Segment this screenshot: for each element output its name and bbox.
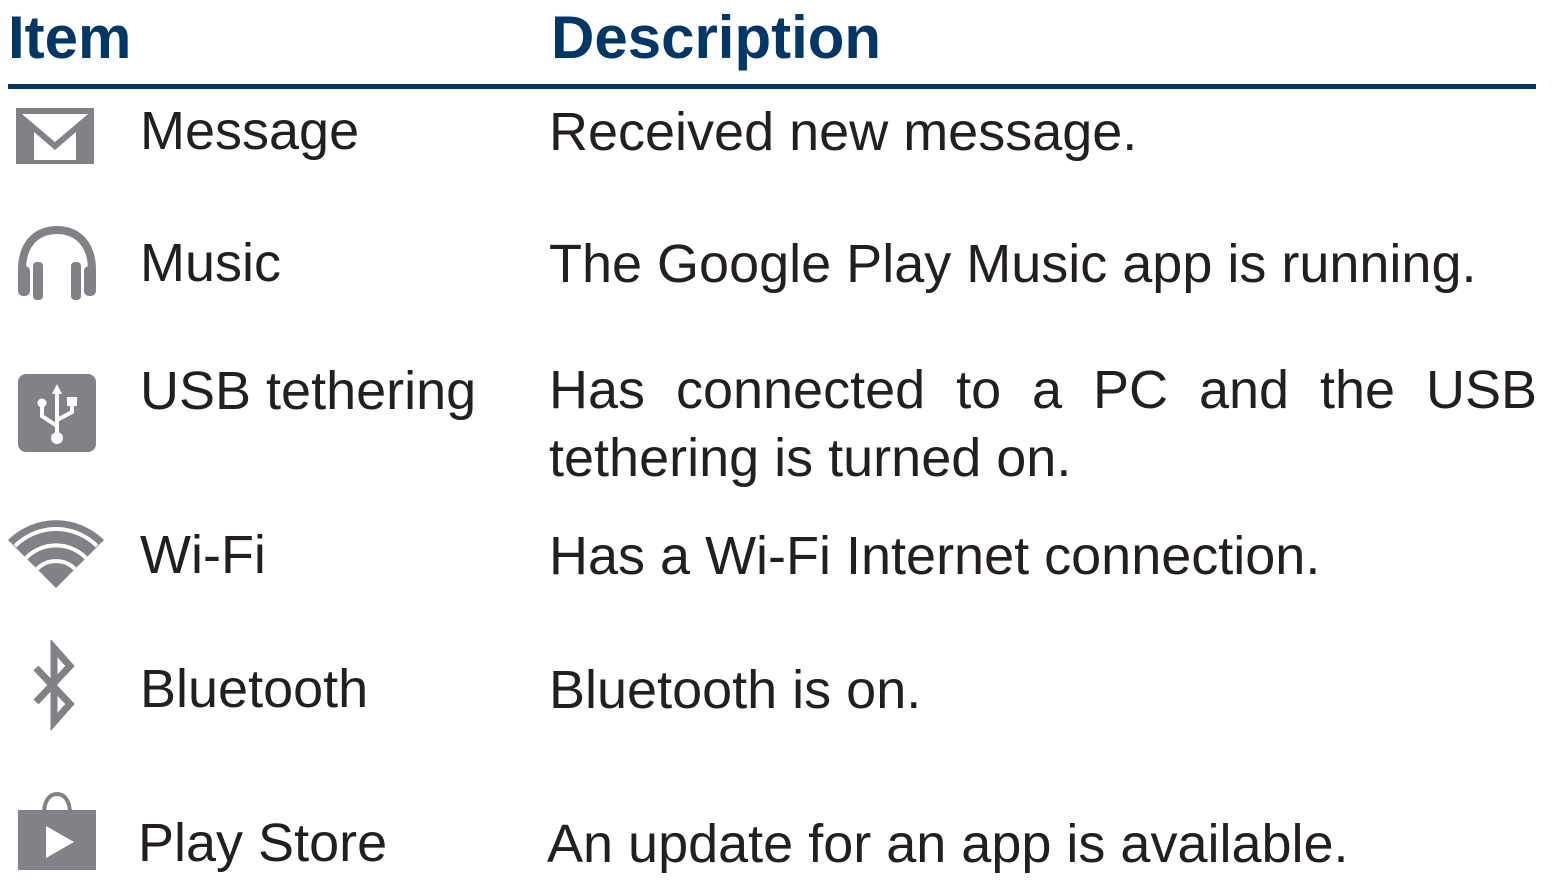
table-header: Item Description xyxy=(0,0,1552,90)
table-row: Play Store An update for an app is avail… xyxy=(0,780,1552,874)
item-label: Play Store xyxy=(138,813,388,873)
header-divider xyxy=(8,84,1536,89)
item-label: USB tethering xyxy=(140,361,477,421)
table-row: Music The Google Play Music app is runni… xyxy=(0,218,1552,328)
item-label: Wi-Fi xyxy=(140,525,266,585)
bluetooth-icon xyxy=(8,640,108,740)
headphones-icon xyxy=(8,222,108,322)
item-description: The Google Play Music app is running. xyxy=(549,234,1477,294)
header-description: Description xyxy=(551,4,882,71)
table-row: Bluetooth Bluetooth is on. xyxy=(0,636,1552,756)
play-store-bag-icon xyxy=(8,792,108,892)
item-description: An update for an app is available. xyxy=(547,814,1349,874)
wifi-icon xyxy=(6,510,106,610)
table-row: Message Received new message. xyxy=(0,96,1552,206)
usb-icon xyxy=(8,372,108,472)
table-row: USB tethering Has connected to a PC and … xyxy=(0,352,1552,492)
item-label: Bluetooth xyxy=(140,659,369,719)
item-label: Message xyxy=(140,101,360,161)
item-description: Has a Wi-Fi Internet connection. xyxy=(549,526,1321,586)
gmail-envelope-icon xyxy=(8,104,108,204)
header-item: Item xyxy=(8,4,132,71)
item-description: Has connected to a PC and the USB tether… xyxy=(549,360,1537,488)
item-label: Music xyxy=(140,233,282,293)
table-row: Wi-Fi Has a Wi-Fi Internet connection. xyxy=(0,504,1552,614)
item-description: Received new message. xyxy=(549,102,1138,162)
item-description: Bluetooth is on. xyxy=(549,660,922,720)
